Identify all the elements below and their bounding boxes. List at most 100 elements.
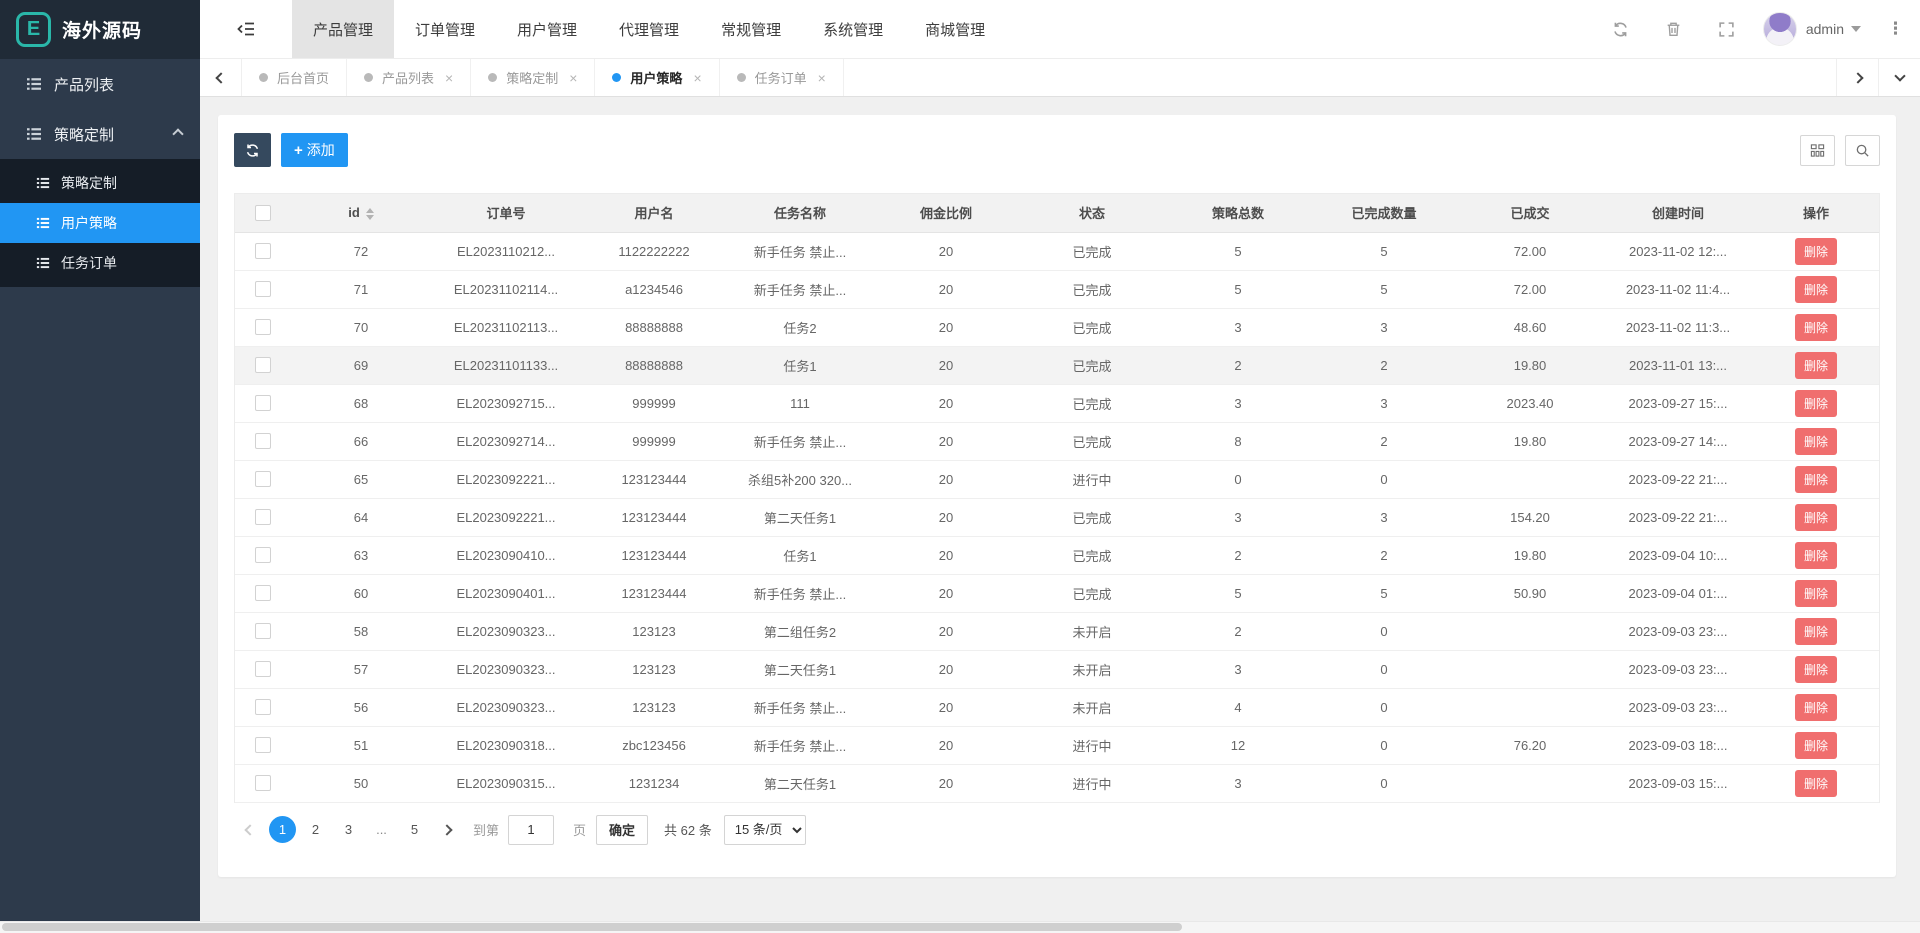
select-all-checkbox[interactable] — [255, 205, 271, 221]
sidebar-subitem[interactable]: 任务订单 — [0, 243, 200, 283]
delete-button[interactable]: 删除 — [1795, 390, 1837, 417]
cell-done: 0 — [1311, 460, 1457, 498]
delete-button[interactable]: 删除 — [1795, 656, 1837, 683]
delete-button[interactable]: 删除 — [1795, 618, 1837, 645]
column-header-label: 佣金比例 — [920, 206, 972, 221]
sidebar-collapse-button[interactable] — [200, 0, 292, 58]
logo[interactable]: E 海外源码 — [0, 0, 200, 59]
tabs-scroll-right-button[interactable] — [1836, 59, 1878, 96]
topnav-tab[interactable]: 系统管理 — [802, 0, 904, 58]
column-header-label: 用户名 — [634, 206, 673, 221]
delete-button[interactable]: 删除 — [1795, 428, 1837, 455]
row-checkbox[interactable] — [255, 281, 271, 297]
topnav-tab[interactable]: 代理管理 — [598, 0, 700, 58]
cell-status: 已完成 — [1019, 232, 1165, 270]
delete-button[interactable]: 删除 — [1795, 694, 1837, 721]
row-actions-cell: 删除 — [1753, 422, 1879, 460]
sidebar-subitem[interactable]: 策略定制 — [0, 163, 200, 203]
sidebar-subitem[interactable]: 用户策略 — [0, 203, 200, 243]
avatar[interactable] — [1763, 12, 1797, 46]
row-checkbox[interactable] — [255, 243, 271, 259]
sort-icon[interactable] — [366, 208, 374, 220]
page-tab[interactable]: 产品列表× — [347, 59, 471, 96]
trash-icon[interactable] — [1665, 21, 1682, 38]
topnav-tab[interactable]: 商城管理 — [904, 0, 1006, 58]
page-tab[interactable]: 策略定制× — [471, 59, 595, 96]
page-number[interactable]: 3 — [335, 816, 362, 843]
tabs-menu-button[interactable] — [1878, 59, 1920, 96]
table-card: + 添加 — [218, 115, 1896, 877]
cell-task: 新手任务 禁止... — [727, 232, 873, 270]
user-dropdown-caret-icon[interactable] — [1851, 26, 1861, 32]
topnav-tab[interactable]: 常规管理 — [700, 0, 802, 58]
page-number[interactable]: 1 — [269, 816, 296, 843]
delete-button[interactable]: 删除 — [1795, 276, 1837, 303]
confirm-page-button[interactable]: 确定 — [596, 815, 648, 845]
page-number[interactable]: 5 — [401, 816, 428, 843]
cell-status: 进行中 — [1019, 726, 1165, 764]
search-button[interactable] — [1845, 135, 1880, 166]
row-checkbox[interactable] — [255, 433, 271, 449]
page-number[interactable]: 2 — [302, 816, 329, 843]
topnav-tab[interactable]: 用户管理 — [496, 0, 598, 58]
row-select-cell — [235, 384, 291, 422]
topnav-tab[interactable]: 订单管理 — [394, 0, 496, 58]
row-checkbox[interactable] — [255, 547, 271, 563]
cell-order: EL2023092221... — [431, 460, 581, 498]
next-page-button[interactable] — [443, 822, 451, 837]
close-icon[interactable]: × — [569, 70, 577, 86]
delete-button[interactable]: 删除 — [1795, 466, 1837, 493]
page-size-select[interactable]: 15 条/页 — [724, 815, 806, 845]
tabs-scroll-left-button[interactable] — [200, 59, 242, 96]
row-checkbox[interactable] — [255, 623, 271, 639]
delete-button[interactable]: 删除 — [1795, 314, 1837, 341]
delete-button[interactable]: 删除 — [1795, 732, 1837, 759]
goto-page-input[interactable] — [508, 815, 554, 845]
delete-button[interactable]: 删除 — [1795, 238, 1837, 265]
row-checkbox[interactable] — [255, 357, 271, 373]
fullscreen-icon[interactable] — [1718, 21, 1735, 38]
prev-page-button[interactable] — [246, 822, 254, 837]
cell-order: EL2023090323... — [431, 650, 581, 688]
topnav-tab[interactable]: 产品管理 — [292, 0, 394, 58]
page-tab[interactable]: 任务订单× — [720, 59, 844, 96]
cell-task: 任务1 — [727, 346, 873, 384]
sidebar-item-strategy[interactable]: 策略定制 — [0, 109, 200, 159]
more-menu-icon[interactable]: ⋮ — [1887, 19, 1904, 39]
delete-button[interactable]: 删除 — [1795, 770, 1837, 797]
row-select-cell — [235, 460, 291, 498]
sidebar-item-product-list[interactable]: 产品列表 — [0, 59, 200, 109]
delete-button[interactable]: 删除 — [1795, 542, 1837, 569]
sidebar-subitem-label: 用户策略 — [61, 213, 117, 233]
row-checkbox[interactable] — [255, 319, 271, 335]
row-checkbox[interactable] — [255, 737, 271, 753]
refresh-icon[interactable] — [1612, 21, 1629, 38]
column-header-label: 策略总数 — [1212, 206, 1264, 221]
horizontal-scrollbar-thumb[interactable] — [2, 923, 1182, 931]
close-icon[interactable]: × — [445, 70, 453, 86]
cell-rate: 20 — [873, 688, 1019, 726]
cell-status: 已完成 — [1019, 574, 1165, 612]
row-checkbox[interactable] — [255, 471, 271, 487]
row-checkbox[interactable] — [255, 775, 271, 791]
row-checkbox[interactable] — [255, 395, 271, 411]
row-checkbox[interactable] — [255, 585, 271, 601]
row-checkbox[interactable] — [255, 661, 271, 677]
refresh-table-button[interactable] — [234, 133, 271, 167]
page-tab[interactable]: 用户策略× — [595, 59, 719, 96]
cell-task: 杀组5补200 320... — [727, 460, 873, 498]
delete-button[interactable]: 删除 — [1795, 352, 1837, 379]
close-icon[interactable]: × — [818, 70, 826, 86]
tab-dot-icon — [488, 73, 497, 82]
row-select-cell — [235, 574, 291, 612]
toggle-columns-button[interactable] — [1800, 135, 1835, 166]
delete-button[interactable]: 删除 — [1795, 580, 1837, 607]
page-tab[interactable]: 后台首页 — [242, 59, 347, 96]
cell-id: 69 — [291, 346, 431, 384]
row-checkbox[interactable] — [255, 509, 271, 525]
delete-button[interactable]: 删除 — [1795, 504, 1837, 531]
user-name[interactable]: admin — [1806, 21, 1844, 37]
add-button[interactable]: + 添加 — [281, 133, 348, 167]
row-checkbox[interactable] — [255, 699, 271, 715]
close-icon[interactable]: × — [693, 70, 701, 86]
